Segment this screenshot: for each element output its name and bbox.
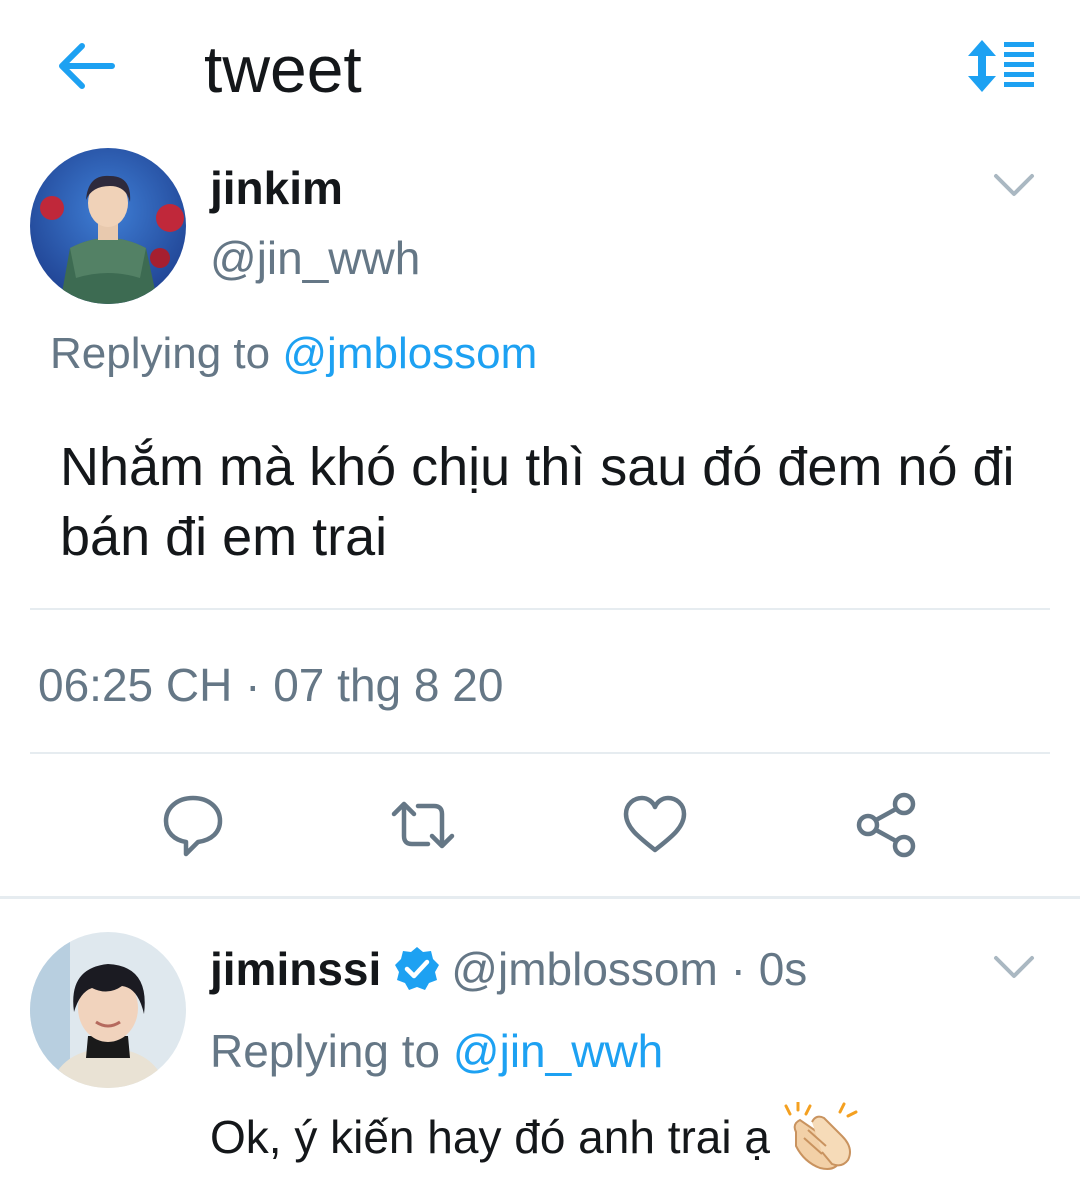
author-avatar[interactable] (30, 148, 186, 304)
divider (30, 752, 1050, 754)
reply-menu-button[interactable] (992, 952, 1036, 982)
reply-author-line: jiminssi @jmblossom · 0s (210, 938, 807, 1000)
like-icon (623, 795, 687, 853)
replying-to-line: Replying to @jmblossom (50, 326, 537, 382)
clapping-hands-icon (784, 1102, 858, 1170)
reply-tweet-text: Ok, ý kiến hay đó anh trai ạ (210, 1111, 770, 1163)
back-button[interactable] (52, 38, 118, 94)
tweet-detail-screen: tweet jinkim @jin_wwh Replying to @jmblo… (0, 0, 1080, 1182)
reply-replying-to-line: Replying to @jin_wwh (210, 1020, 663, 1082)
reply-button[interactable] (158, 790, 228, 860)
arrow-left-icon (59, 43, 115, 89)
sort-button[interactable] (962, 36, 1042, 96)
chevron-down-icon (994, 174, 1034, 196)
author-handle[interactable]: @jin_wwh (210, 230, 420, 286)
tweet-text: Nhắm mà khó chịu thì sau đó đem nó đi bá… (60, 437, 1015, 567)
section-divider (0, 896, 1080, 899)
tweet-menu-button[interactable] (992, 170, 1036, 200)
top-app-bar: tweet (0, 0, 1080, 130)
sort-list-icon (968, 40, 1034, 92)
replying-to-mention[interactable]: @jin_wwh (453, 1025, 663, 1077)
retweet-button[interactable] (388, 790, 458, 860)
replying-to-label: Replying to (50, 329, 271, 378)
reply-icon (163, 795, 223, 857)
reply-author-display-name[interactable]: jiminssi (210, 938, 381, 1000)
tweet-timestamp: 06:25 CH · 07 thg 8 20 (38, 659, 504, 711)
replying-to-mention[interactable]: @jmblossom (282, 329, 537, 378)
page-title: tweet (204, 32, 362, 106)
share-button[interactable] (852, 790, 922, 860)
divider (30, 608, 1050, 610)
avatar-photo (30, 148, 186, 304)
share-icon (856, 792, 916, 858)
reply-author-handle-time[interactable]: @jmblossom · 0s (451, 938, 807, 1000)
author-display-name[interactable]: jinkim (210, 160, 343, 216)
avatar-photo (30, 932, 186, 1088)
reply-text-line: Ok, ý kiến hay đó anh trai ạ (210, 1102, 858, 1172)
retweet-icon (391, 801, 455, 849)
replying-to-label: Replying to (210, 1025, 441, 1077)
reply-author-avatar[interactable] (30, 932, 186, 1088)
verified-badge-icon (395, 947, 440, 990)
like-button[interactable] (620, 790, 690, 860)
chevron-down-icon (994, 956, 1034, 978)
